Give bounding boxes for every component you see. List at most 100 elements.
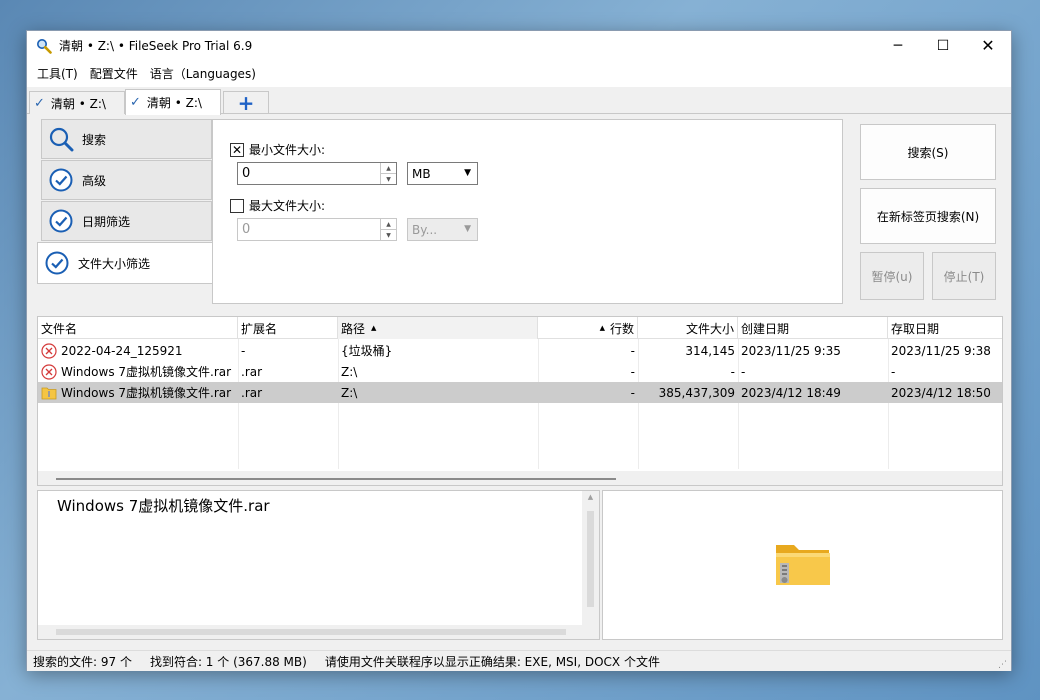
- min-size-label: 最小文件大小:: [249, 143, 326, 157]
- cell-extension: -: [241, 343, 246, 358]
- vertical-scrollbar[interactable]: ▲: [582, 491, 599, 639]
- cell-path: {垃圾桶}: [341, 344, 393, 358]
- tab-label: 清朝 • Z:\: [146, 96, 202, 110]
- cell-extension: .rar: [241, 385, 263, 400]
- min-size-spinner[interactable]: ▲ ▼: [380, 163, 396, 184]
- horizontal-scrollbar[interactable]: [38, 625, 583, 639]
- check-circle-icon: [45, 251, 69, 275]
- max-size-unit-select[interactable]: By... ▼: [407, 218, 478, 241]
- status-searched: 搜索的文件: 97 个: [33, 654, 132, 669]
- zip-folder-icon: [776, 545, 830, 585]
- table-row-selected[interactable]: Windows 7虚拟机镜像文件.rar .rar Z:\ - 385,437,…: [38, 382, 1002, 403]
- up-arrow-icon[interactable]: ▲: [381, 219, 396, 230]
- filename-text: Windows 7虚拟机镜像文件.rar: [61, 386, 232, 400]
- sort-asc-icon: ▲: [371, 324, 377, 332]
- col-accessed[interactable]: 存取日期: [888, 317, 1002, 339]
- results-table: 文件名 扩展名 路径 ▲ ▲ 行数 文件大小 创建日期 存取日期 2022-04…: [37, 316, 1003, 486]
- window-title: 清朝 • Z:\ • FileSeek Pro Trial 6.9: [59, 39, 253, 53]
- cell-filename: Windows 7虚拟机镜像文件.rar: [38, 361, 238, 382]
- zip-folder-icon: [41, 387, 57, 399]
- cell-filename: 2022-04-24_125921: [38, 340, 238, 361]
- table-row[interactable]: 2022-04-24_125921 - {垃圾桶} - 314,145 2023…: [38, 340, 1002, 361]
- status-found: 找到符合: 1 个 (367.88 MB): [149, 654, 307, 669]
- nav-advanced[interactable]: 高级: [41, 160, 212, 200]
- scrollbar-thumb[interactable]: [56, 478, 616, 480]
- min-size-checkbox[interactable]: ✕: [230, 142, 244, 157]
- cell-accessed: -: [891, 364, 896, 379]
- cell-filename: Windows 7虚拟机镜像文件.rar: [38, 382, 238, 403]
- nav-label: 高级: [82, 173, 107, 188]
- col-lines[interactable]: ▲ 行数: [538, 317, 638, 339]
- cell-lines: -: [630, 364, 635, 379]
- scrollbar-thumb[interactable]: [56, 629, 566, 635]
- min-size-input[interactable]: 0 ▲ ▼: [237, 162, 397, 185]
- scrollbar-thumb[interactable]: [587, 511, 594, 607]
- dropdown-arrow-icon: ▼: [464, 224, 471, 234]
- nav-size-filter[interactable]: 文件大小筛选: [37, 242, 213, 284]
- cell-created: 2023/11/25 9:35: [741, 343, 841, 358]
- nav-date-filter[interactable]: 日期筛选: [41, 201, 212, 241]
- cell-extension: .rar: [241, 364, 263, 379]
- min-size-value: 0: [242, 166, 251, 181]
- table-header: 文件名 扩展名 路径 ▲ ▲ 行数 文件大小 创建日期 存取日期: [38, 317, 1002, 339]
- col-size[interactable]: 文件大小: [638, 317, 738, 339]
- menu-language[interactable]: 语言（Languages): [144, 65, 262, 82]
- col-lines-label: 行数: [609, 321, 634, 336]
- search-button[interactable]: 搜索(S): [860, 124, 996, 180]
- max-size-checkbox[interactable]: [230, 198, 244, 213]
- tab-strip: ✓ 清朝 • Z:\ ✓ 清朝 • Z:\ +: [27, 87, 1011, 115]
- col-extension[interactable]: 扩展名: [238, 317, 338, 339]
- col-filename[interactable]: 文件名: [38, 317, 238, 339]
- maximize-button[interactable]: ☐: [920, 31, 966, 60]
- min-size-checkbox-row[interactable]: ✕ 最小文件大小:: [230, 141, 325, 158]
- cell-path: Z:\: [341, 364, 358, 379]
- down-arrow-icon[interactable]: ▼: [381, 174, 396, 184]
- filename-text: Windows 7虚拟机镜像文件.rar: [61, 365, 232, 379]
- minimize-button[interactable]: ─: [875, 31, 921, 60]
- status-bar: 搜索的文件: 97 个 找到符合: 1 个 (367.88 MB) 请使用文件关…: [27, 650, 1011, 671]
- check-icon: ✓: [130, 95, 141, 110]
- menu-profiles[interactable]: 配置文件: [84, 65, 144, 82]
- horizontal-scrollbar[interactable]: [38, 471, 1002, 485]
- max-size-input[interactable]: 0 ▲ ▼: [237, 218, 397, 241]
- pause-button[interactable]: 暂停(u): [860, 252, 924, 300]
- nav-label: 日期筛选: [82, 214, 131, 229]
- magnifier-icon: [35, 37, 53, 55]
- sort-asc-icon: ▲: [599, 324, 605, 332]
- search-new-tab-button[interactable]: 在新标签页搜索(N): [860, 188, 996, 244]
- table-row[interactable]: Windows 7虚拟机镜像文件.rar .rar Z:\ - - - -: [38, 361, 1002, 382]
- nav-label: 文件大小筛选: [78, 256, 151, 271]
- menu-tools[interactable]: 工具(T): [31, 65, 84, 82]
- size-filter-panel: ✕ 最小文件大小: 0 ▲ ▼ MB ▼ 最大文件大小: 0 ▲ ▼ By... ▼: [212, 119, 843, 304]
- search-icon: [49, 127, 74, 152]
- col-path[interactable]: 路径 ▲: [338, 317, 538, 339]
- down-arrow-icon[interactable]: ▼: [381, 230, 396, 240]
- max-size-checkbox-row[interactable]: 最大文件大小:: [230, 197, 325, 214]
- min-size-unit-select[interactable]: MB ▼: [407, 162, 478, 185]
- up-arrow-icon[interactable]: ▲: [381, 163, 396, 174]
- status-hint: 请使用文件关联程序以显示正确结果: EXE, MSI, DOCX 个文件: [324, 654, 660, 669]
- col-created[interactable]: 创建日期: [738, 317, 888, 339]
- error-icon: [41, 363, 57, 380]
- close-button[interactable]: ✕: [965, 31, 1011, 60]
- cell-lines: -: [630, 343, 635, 358]
- cell-size: -: [730, 364, 735, 379]
- max-size-spinner[interactable]: ▲ ▼: [380, 219, 396, 240]
- check-circle-icon: [49, 209, 73, 233]
- cell-accessed: 2023/11/25 9:38: [891, 343, 991, 358]
- preview-filename: Windows 7虚拟机镜像文件.rar: [57, 497, 270, 515]
- max-size-unit: By...: [412, 222, 438, 237]
- resize-grip-icon[interactable]: ⋰: [998, 660, 1007, 670]
- cell-size: 385,437,309: [658, 385, 735, 400]
- add-tab-button[interactable]: +: [223, 91, 269, 115]
- app-window: 清朝 • Z:\ • FileSeek Pro Trial 6.9 ─ ☐ ✕ …: [26, 30, 1012, 671]
- min-size-unit: MB: [412, 166, 431, 181]
- tab-1[interactable]: ✓ 清朝 • Z:\: [29, 91, 125, 114]
- stop-button[interactable]: 停止(T): [932, 252, 996, 300]
- scroll-up-icon[interactable]: ▲: [582, 493, 599, 501]
- dropdown-arrow-icon: ▼: [464, 168, 471, 178]
- check-circle-icon: [49, 168, 73, 192]
- tab-2-active[interactable]: ✓ 清朝 • Z:\: [125, 89, 221, 115]
- nav-search[interactable]: 搜索: [41, 119, 212, 159]
- cell-created: -: [741, 364, 746, 379]
